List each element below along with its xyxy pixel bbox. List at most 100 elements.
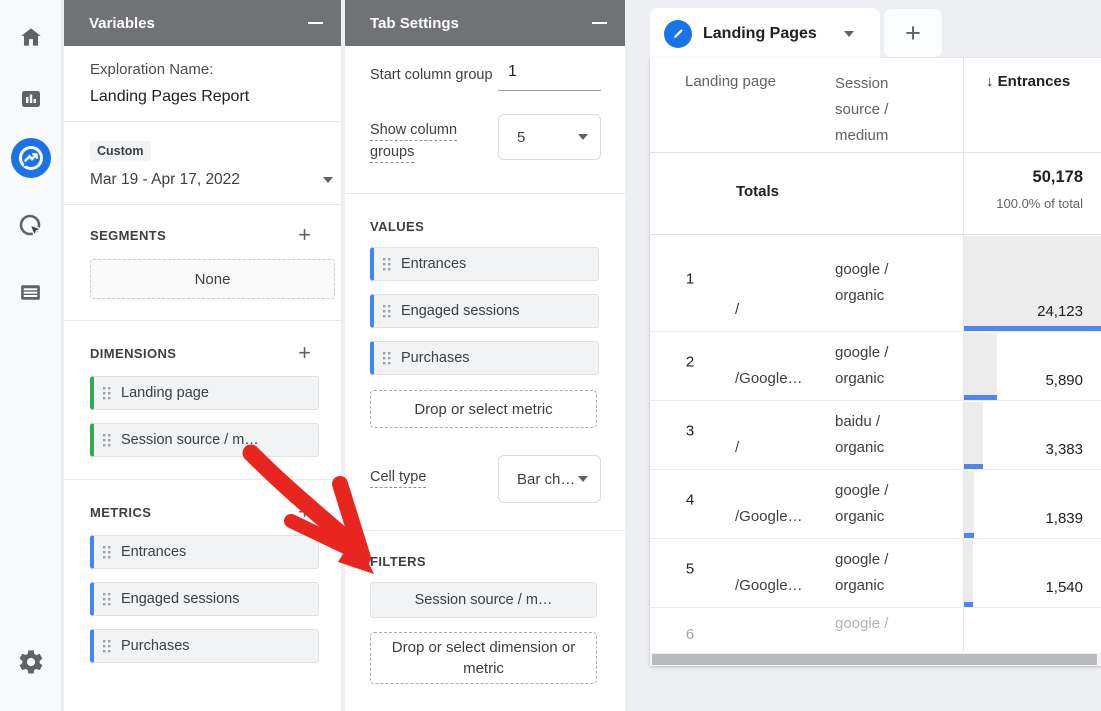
entrances-cell: 3,383 xyxy=(963,401,1101,469)
session-source-cell: google / organic xyxy=(835,478,888,530)
values-label: VALUES xyxy=(370,219,625,234)
bar-fill xyxy=(964,402,983,469)
landing-page-cell: / xyxy=(735,301,833,318)
value-chip-label: Entrances xyxy=(401,256,466,272)
filter-chip-session-source[interactable]: Session source / m… xyxy=(370,582,597,618)
table-row-partial[interactable]: 6 google / xyxy=(650,608,1101,651)
source-line: organic xyxy=(835,287,884,304)
filter-chip-label: Session source / m… xyxy=(415,592,553,608)
horizontal-scrollbar[interactable] xyxy=(650,653,1101,666)
entrances-cell: 1,839 xyxy=(963,470,1101,538)
table-row[interactable]: 1 / google / organic 24,123 xyxy=(650,235,1101,332)
drop-metric-zone[interactable]: Drop or select metric xyxy=(370,390,597,428)
totals-value: 50,178 100.0% of total xyxy=(996,168,1083,211)
caret-down-icon xyxy=(323,177,333,183)
exploration-name-label: Exploration Name: xyxy=(90,61,341,78)
add-dimension-icon[interactable]: + xyxy=(298,343,311,363)
drop-filter-hint: Drop or select dimension or metric xyxy=(384,637,584,679)
cell-type-select[interactable]: Bar ch… xyxy=(498,455,601,503)
start-column-group-label: Start column group xyxy=(370,63,498,83)
segments-label: SEGMENTS xyxy=(90,228,166,243)
scrollbar-thumb[interactable] xyxy=(652,654,1097,665)
value-chip-entrances[interactable]: Entrances xyxy=(370,247,599,281)
drag-handle-icon xyxy=(383,258,391,271)
dimension-chip-landing-page[interactable]: Landing page xyxy=(90,376,319,410)
drag-handle-icon xyxy=(103,387,111,400)
bar-fill xyxy=(964,471,974,538)
value-chip-label: Purchases xyxy=(401,350,470,366)
value-chip-label: Engaged sessions xyxy=(401,303,520,319)
add-metric-icon[interactable]: + xyxy=(298,502,311,522)
metric-chip-entrances[interactable]: Entrances xyxy=(90,535,319,569)
tab-settings-panel-header: Tab Settings xyxy=(345,0,625,46)
report-tab-landing-pages[interactable]: Landing Pages xyxy=(650,8,880,60)
caret-down-icon xyxy=(578,476,588,482)
show-column-groups-label-line2: groups xyxy=(370,144,414,163)
landing-page-cell: /Google… xyxy=(735,577,833,594)
value-chip-purchases[interactable]: Purchases xyxy=(370,341,599,375)
landing-page-cell: /Google… xyxy=(735,508,833,525)
settings-icon[interactable] xyxy=(11,642,51,682)
segments-none-drop[interactable]: None xyxy=(90,259,335,299)
source-line: google / xyxy=(835,261,888,278)
start-column-group-input[interactable]: 1 xyxy=(498,63,601,91)
table-row[interactable]: 2 /Google… google / organic 5,890 xyxy=(650,332,1101,401)
dimension-chip-session-source[interactable]: Session source / m… xyxy=(90,423,319,457)
totals-percent: 100.0% of total xyxy=(996,196,1083,211)
metric-chip-label: Entrances xyxy=(121,544,186,560)
totals-number: 50,178 xyxy=(996,168,1083,187)
home-icon[interactable] xyxy=(11,17,51,57)
entrances-value: 24,123 xyxy=(1037,303,1083,320)
date-range-selector[interactable]: Mar 19 - Apr 17, 2022 xyxy=(90,171,333,189)
cell-type-label-text: Cell type xyxy=(370,469,426,488)
drop-metric-hint: Drop or select metric xyxy=(414,401,552,418)
tab-settings-title: Tab Settings xyxy=(370,15,459,32)
add-segment-icon[interactable]: + xyxy=(298,225,311,245)
show-column-groups-label: Show column groups xyxy=(370,114,498,166)
column-header-line: source / xyxy=(835,101,888,118)
column-header-entrances[interactable]: ↓ Entrances xyxy=(986,73,1070,90)
drop-filter-zone[interactable]: Drop or select dimension or metric xyxy=(370,632,597,684)
minimize-icon[interactable] xyxy=(308,22,323,24)
advertising-icon[interactable] xyxy=(11,206,51,246)
reports-icon[interactable] xyxy=(11,79,51,119)
column-header-line: Session xyxy=(835,75,888,92)
section-divider xyxy=(345,530,625,531)
column-header-session-source[interactable]: Session source / medium xyxy=(835,71,945,149)
table-row[interactable]: 5 /Google… google / organic 1,540 xyxy=(650,539,1101,608)
table-row[interactable]: 3 / baidu / organic 3,383 xyxy=(650,401,1101,470)
column-header-landing-page[interactable]: Landing page xyxy=(685,73,776,90)
bar-underline xyxy=(964,533,974,538)
source-line: google / xyxy=(835,551,888,568)
source-line: organic xyxy=(835,508,884,525)
metric-chip-engaged-sessions[interactable]: Engaged sessions xyxy=(90,582,319,616)
exploration-name-value[interactable]: Landing Pages Report xyxy=(90,88,341,106)
metric-chip-purchases[interactable]: Purchases xyxy=(90,629,319,663)
dimensions-label: DIMENSIONS xyxy=(90,346,176,361)
drag-handle-icon xyxy=(103,434,111,447)
column-header-line: medium xyxy=(835,127,888,144)
cell-type-row: Cell type Bar ch… xyxy=(370,455,625,503)
minimize-icon[interactable] xyxy=(592,22,607,24)
segments-none-label: None xyxy=(195,271,231,288)
show-column-groups-value: 5 xyxy=(517,129,525,146)
drag-handle-icon xyxy=(103,593,111,606)
date-custom-badge: Custom xyxy=(90,141,151,161)
library-icon[interactable] xyxy=(11,272,51,312)
caret-down-icon[interactable] xyxy=(844,31,854,37)
entrances-value: 1,839 xyxy=(1045,510,1083,527)
column-header-entrances-label: Entrances xyxy=(998,73,1071,90)
cell-type-value: Bar ch… xyxy=(517,471,575,488)
entrances-cell: 1,540 xyxy=(963,539,1101,607)
value-chip-engaged-sessions[interactable]: Engaged sessions xyxy=(370,294,599,328)
show-column-groups-select[interactable]: 5 xyxy=(498,114,601,160)
tab-settings-panel: Tab Settings Start column group 1 Show c… xyxy=(345,0,625,711)
landing-page-cell: / xyxy=(735,439,833,456)
row-number: 2 xyxy=(650,353,730,370)
source-line: organic xyxy=(835,439,884,456)
section-divider xyxy=(345,193,625,194)
entrances-value: 5,890 xyxy=(1045,372,1083,389)
explore-icon[interactable] xyxy=(9,136,53,180)
add-tab-button[interactable]: + xyxy=(883,8,943,58)
table-row[interactable]: 4 /Google… google / organic 1,839 xyxy=(650,470,1101,539)
